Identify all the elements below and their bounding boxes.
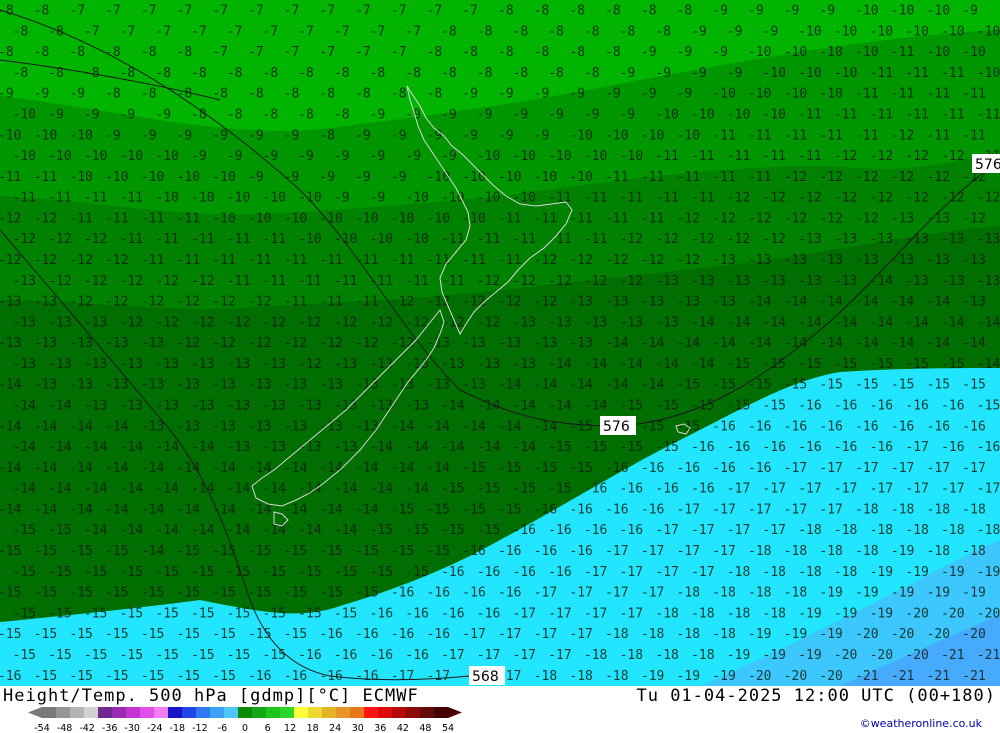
legend-tick-label: 36 [374, 723, 386, 733]
legend-ticks: -54 -48 -42 -36 -30 -24 -18 -12 -6 0 6 12 18 24 30 36 42… [34, 723, 454, 733]
legend-swatch [406, 707, 421, 718]
legend-tick-label: 6 [265, 723, 271, 733]
legend-swatch [350, 707, 365, 718]
legend-tick-label: -48 [57, 723, 73, 733]
legend-swatch [364, 707, 379, 718]
legend-swatch [252, 707, 267, 718]
weather-map: -8-8-7-7-7-7-7-7-7-7-7-7-7-7-8-8-8-8-8-8… [0, 0, 1000, 686]
legend-tick-label: 12 [284, 723, 296, 733]
legend-swatch [210, 707, 225, 718]
legend-swatch [70, 707, 85, 718]
legend-swatch [266, 707, 281, 718]
legend-swatch [238, 707, 253, 718]
legend-swatch [140, 707, 155, 718]
legend-tick-label: 42 [397, 723, 409, 733]
legend-swatch [56, 707, 71, 718]
legend-swatch [294, 707, 309, 718]
legend-tick-label: -42 [79, 723, 95, 733]
map-title: Height/Temp. 500 hPa [gdmp][°C] ECMWF [3, 686, 419, 706]
legend-swatch [112, 707, 127, 718]
color-scale-legend: -54 -48 -42 -36 -30 -24 -18 -12 -6 0 6 12 18 24 30 36 42… [28, 707, 462, 733]
legend-tick-label: -12 [192, 723, 208, 733]
legend-swatches [28, 707, 462, 718]
legend-swatch [308, 707, 323, 718]
legend-swatch [336, 707, 351, 718]
legend-swatch [196, 707, 211, 718]
legend-swatch [98, 707, 113, 718]
legend-arrow-low [28, 707, 42, 718]
legend-tick-label: 54 [442, 723, 454, 733]
legend-swatch [224, 707, 239, 718]
legend-swatch [420, 707, 435, 718]
contour-label: 568 [472, 669, 499, 685]
legend-tick-label: 18 [307, 723, 319, 733]
legend-tick-label: 24 [329, 723, 341, 733]
legend-swatch [42, 707, 57, 718]
legend-swatch [434, 707, 449, 718]
legend-swatch [182, 707, 197, 718]
legend-tick-label: -54 [34, 723, 50, 733]
footer: Height/Temp. 500 hPa [gdmp][°C] ECMWF Tu… [0, 686, 1000, 733]
legend-arrow-high [448, 707, 462, 718]
legend-tick-label: 48 [419, 723, 431, 733]
legend-tick-label: -18 [170, 723, 186, 733]
legend-tick-label: -30 [124, 723, 140, 733]
legend-tick-label: -6 [218, 723, 227, 733]
legend-swatch [378, 707, 393, 718]
contour-label: 576 [975, 157, 1000, 173]
legend-swatch [168, 707, 183, 718]
contour-label: 576 [603, 419, 630, 435]
legend-swatch [322, 707, 337, 718]
legend-tick-label: 30 [352, 723, 364, 733]
credit-link[interactable]: ©weatheronline.co.uk [860, 717, 982, 730]
legend-swatch [392, 707, 407, 718]
map-valid-time: Tu 01-04-2025 12:00 UTC (00+180) [636, 686, 996, 706]
legend-swatch [126, 707, 141, 718]
legend-swatch [154, 707, 169, 718]
legend-tick-label: -36 [102, 723, 118, 733]
legend-swatch [280, 707, 295, 718]
legend-swatch [84, 707, 99, 718]
legend-tick-label: -24 [147, 723, 163, 733]
legend-tick-label: 0 [242, 723, 248, 733]
